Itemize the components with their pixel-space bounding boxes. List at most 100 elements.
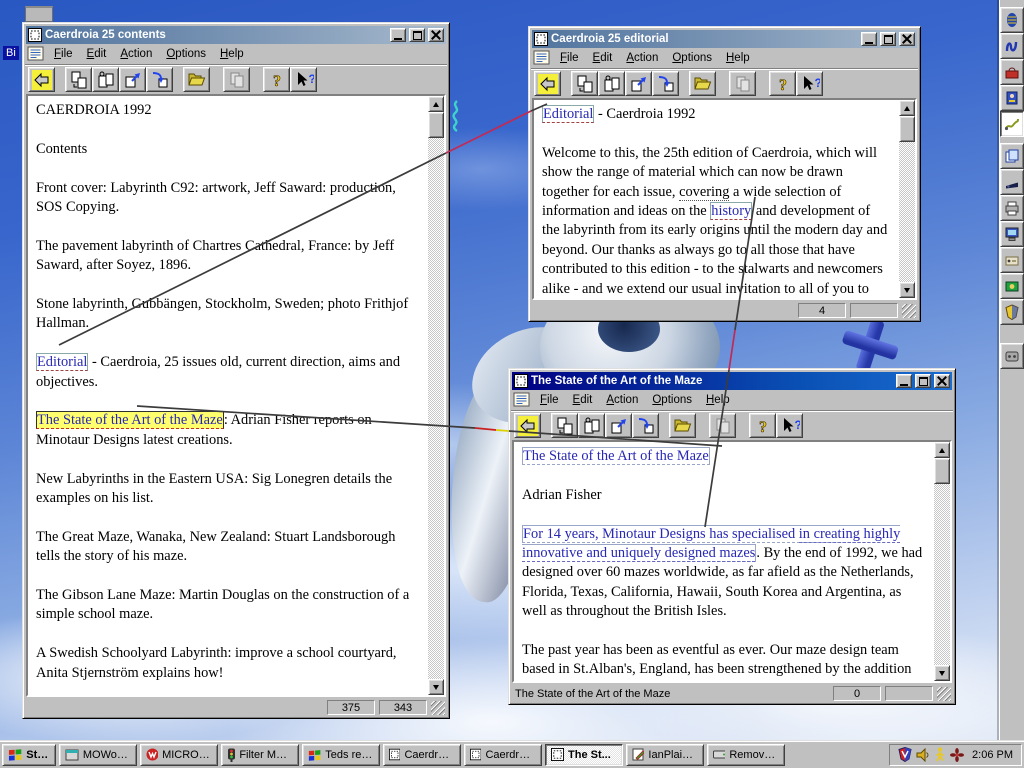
exit-button[interactable] — [534, 71, 561, 96]
copy-button[interactable] — [709, 413, 736, 438]
taskbar-clock[interactable]: 2:06 PM — [968, 749, 1013, 761]
volume-icon[interactable] — [916, 747, 930, 762]
open-folder-button[interactable] — [183, 67, 210, 92]
help-button[interactable]: ? — [749, 413, 776, 438]
menu-edit[interactable]: Edit — [586, 50, 620, 66]
menu-edit[interactable]: Edit — [80, 46, 114, 62]
menu-help[interactable]: Help — [719, 50, 757, 66]
link-history[interactable]: history — [710, 202, 753, 221]
start-button[interactable]: Start — [2, 743, 56, 766]
scroll-thumb[interactable] — [899, 116, 915, 142]
document-menu-icon[interactable] — [513, 392, 533, 408]
close-button[interactable] — [899, 32, 915, 46]
scroll-thumb[interactable] — [428, 112, 444, 138]
resize-grip[interactable] — [431, 700, 445, 715]
document-text-area[interactable]: CAERDROIA 1992 Contents Front cover: Lab… — [28, 96, 428, 695]
return-from-link-button[interactable] — [652, 71, 679, 96]
walking-person-icon[interactable] — [934, 747, 946, 762]
partially-hidden-desktop-icon[interactable] — [25, 6, 53, 22]
titlebar[interactable]: Caerdroia 25 contents — [26, 26, 446, 44]
taskbar-button-teds[interactable]: Teds ren... — [302, 743, 380, 766]
return-from-link-button[interactable] — [632, 413, 659, 438]
antivirus-shield-icon[interactable] — [898, 747, 912, 762]
taskbar-button-caerdroia-2[interactable]: Caerdroia... — [464, 743, 542, 766]
vertical-scrollbar[interactable] — [899, 100, 915, 298]
open-folder-button[interactable] — [669, 413, 696, 438]
follow-link-button[interactable] — [605, 413, 632, 438]
duplicate-document-button[interactable] — [571, 71, 598, 96]
vertical-scrollbar[interactable] — [934, 442, 950, 681]
scroll-down-button[interactable] — [899, 282, 915, 298]
scroll-up-button[interactable] — [934, 442, 950, 458]
cable-icon[interactable] — [1000, 111, 1024, 137]
recorder-icon[interactable] — [1000, 343, 1024, 369]
close-button[interactable] — [428, 28, 444, 42]
link-editorial[interactable]: Editorial — [36, 353, 89, 372]
menu-action[interactable]: Action — [619, 50, 665, 66]
menu-options[interactable]: Options — [645, 392, 699, 408]
close-button[interactable] — [934, 374, 950, 388]
bug-icon[interactable] — [1000, 7, 1024, 33]
taskbar-button-caerdroia-1[interactable]: Caerdroia... — [383, 743, 461, 766]
exit-button[interactable] — [28, 67, 55, 92]
menu-file[interactable]: File — [47, 46, 80, 62]
paste-reference-button[interactable] — [578, 413, 605, 438]
open-folder-button[interactable] — [689, 71, 716, 96]
duplicate-document-button[interactable] — [551, 413, 578, 438]
help-button[interactable]: ? — [263, 67, 290, 92]
follow-link-button[interactable] — [625, 71, 652, 96]
printer-icon[interactable] — [1000, 195, 1024, 221]
minimize-button[interactable] — [861, 32, 877, 46]
menu-help[interactable]: Help — [213, 46, 251, 62]
titlebar[interactable]: Caerdroia 25 editorial — [532, 30, 917, 48]
duplicate-document-button[interactable] — [65, 67, 92, 92]
maximize-button[interactable] — [409, 28, 425, 42]
resize-grip[interactable] — [902, 303, 916, 318]
id-card-icon[interactable] — [1000, 85, 1024, 111]
toolbox-icon[interactable] — [1000, 59, 1024, 85]
link-state-of-the-art-highlighted[interactable]: The State of the Art of the Maze — [36, 411, 224, 430]
note-link-covering[interactable]: covering — [679, 183, 730, 201]
scroll-down-button[interactable] — [934, 665, 950, 681]
menu-options[interactable]: Options — [159, 46, 213, 62]
scroll-up-button[interactable] — [428, 96, 444, 112]
taskbar-button-ianplain[interactable]: IanPlain.... — [626, 743, 704, 766]
follow-link-button[interactable] — [119, 67, 146, 92]
link-editorial[interactable]: Editorial — [542, 105, 595, 123]
menu-edit[interactable]: Edit — [566, 392, 600, 408]
minimize-button[interactable] — [390, 28, 406, 42]
link-state-title[interactable]: The State of the Art of the Maze — [522, 447, 710, 465]
taskbar-button-removable[interactable]: Removab... — [707, 743, 785, 766]
document-menu-icon[interactable] — [27, 46, 47, 62]
return-from-link-button[interactable] — [146, 67, 173, 92]
taskbar-button-moworks[interactable]: MOWorks — [59, 743, 137, 766]
paste-reference-button[interactable] — [598, 71, 625, 96]
maximize-button[interactable] — [880, 32, 896, 46]
copy-button[interactable] — [729, 71, 756, 96]
document-menu-icon[interactable] — [533, 50, 553, 66]
shield-icon[interactable] — [1000, 299, 1024, 325]
paste-reference-button[interactable] — [92, 67, 119, 92]
copy-button[interactable] — [223, 67, 250, 92]
scanner-icon[interactable] — [1000, 247, 1024, 273]
documents-icon[interactable] — [1000, 143, 1024, 169]
minimize-button[interactable] — [896, 374, 912, 388]
document-text-area[interactable]: Editorial - Caerdroia 1992 Welcome to th… — [534, 100, 899, 298]
help-button[interactable]: ? — [769, 71, 796, 96]
taskbar-button-filter-manager[interactable]: Filter Man... — [221, 743, 299, 766]
maximize-button[interactable] — [915, 374, 931, 388]
scroll-down-button[interactable] — [428, 679, 444, 695]
context-help-button[interactable]: ? — [796, 71, 823, 96]
context-help-button[interactable]: ? — [290, 67, 317, 92]
menu-action[interactable]: Action — [113, 46, 159, 62]
vertical-scrollbar[interactable] — [428, 96, 444, 695]
cash-icon[interactable] — [1000, 273, 1024, 299]
resize-grip[interactable] — [937, 686, 951, 701]
menu-file[interactable]: File — [553, 50, 586, 66]
menu-help[interactable]: Help — [699, 392, 737, 408]
taskbar-button-microc[interactable]: MICROC... — [140, 743, 218, 766]
exit-button[interactable] — [514, 413, 541, 438]
titlebar[interactable]: The State of the Art of the Maze — [512, 372, 952, 390]
context-help-button[interactable]: ? — [776, 413, 803, 438]
scroll-up-button[interactable] — [899, 100, 915, 116]
